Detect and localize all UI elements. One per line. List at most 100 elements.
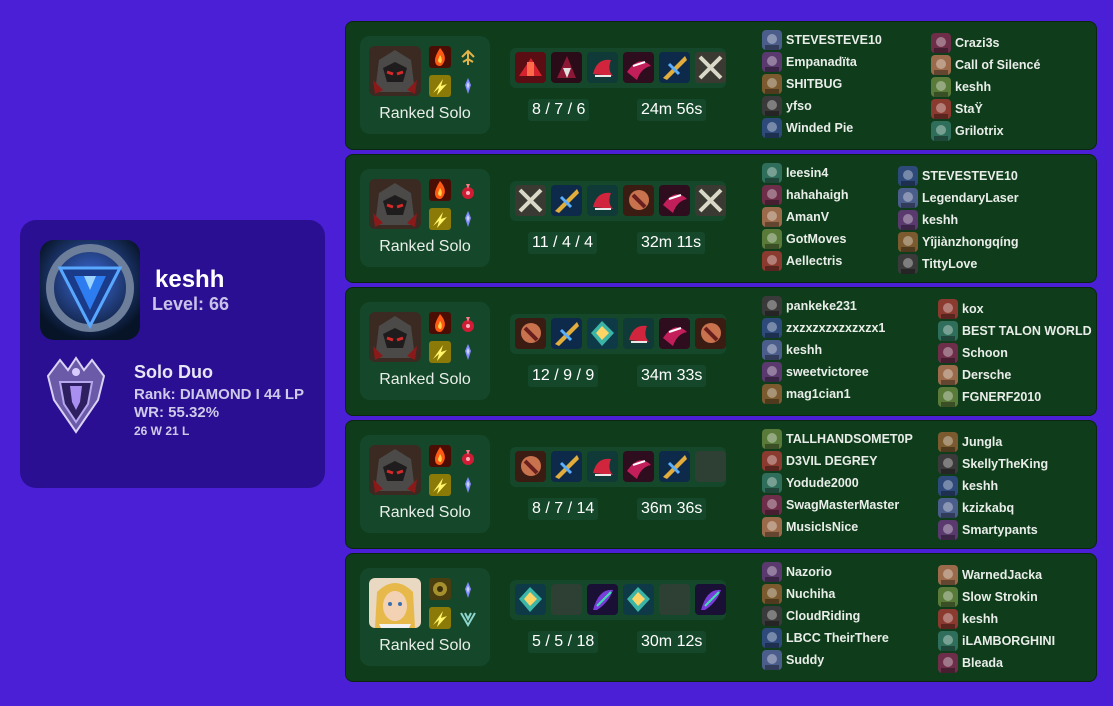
player-row[interactable]: TittyLove bbox=[898, 253, 1019, 275]
player-name[interactable]: keshh bbox=[962, 479, 998, 493]
player-name[interactable]: LegendaryLaser bbox=[922, 191, 1019, 205]
player-row[interactable]: Empanadïta bbox=[762, 51, 882, 73]
player-row[interactable]: keshh bbox=[938, 608, 1055, 630]
player-name[interactable]: sweetvictoree bbox=[786, 365, 869, 379]
player-name[interactable]: mag1cian1 bbox=[786, 387, 851, 401]
player-name[interactable]: Grilotrix bbox=[955, 124, 1004, 138]
player-row[interactable]: iLAMBORGHINI bbox=[938, 630, 1055, 652]
player-row[interactable]: kox bbox=[938, 298, 1092, 320]
player-row[interactable]: StaŸ bbox=[931, 98, 1040, 120]
player-name[interactable]: SwagMasterMaster bbox=[786, 498, 899, 512]
player-name[interactable]: WarnedJacka bbox=[962, 568, 1042, 582]
player-name[interactable]: Schoon bbox=[962, 346, 1008, 360]
player-name[interactable]: TittyLove bbox=[922, 257, 977, 271]
player-row[interactable]: keshh bbox=[931, 76, 1040, 98]
player-row[interactable]: zxzxzxzxzxzxzx1 bbox=[762, 317, 885, 339]
player-row[interactable]: BEST TALON WORLD bbox=[938, 320, 1092, 342]
player-row[interactable]: yfso bbox=[762, 95, 882, 117]
player-name[interactable]: zxzxzxzxzxzxzx1 bbox=[786, 321, 885, 335]
player-row[interactable]: sweetvictoree bbox=[762, 361, 885, 383]
player-name[interactable]: Smartypants bbox=[962, 523, 1038, 537]
player-row[interactable]: Nazorio bbox=[762, 561, 889, 583]
player-row[interactable]: Dersche bbox=[938, 364, 1092, 386]
player-name[interactable]: Call of Silencé bbox=[955, 58, 1040, 72]
player-name[interactable]: Dersche bbox=[962, 368, 1011, 382]
player-name[interactable]: hahahaigh bbox=[786, 188, 849, 202]
player-row[interactable]: TALLHANDSOMET0P bbox=[762, 428, 913, 450]
player-name[interactable]: Nuchiha bbox=[786, 587, 835, 601]
match-card[interactable]: Ranked Solo 8 / 7 / 6 24m 56s STEVESTEVE10 E… bbox=[345, 21, 1097, 150]
match-card[interactable]: Ranked Solo 8 / 7 / 14 36m 36s TALLHANDSOME… bbox=[345, 420, 1097, 549]
player-name[interactable]: Bleada bbox=[962, 656, 1003, 670]
player-row[interactable]: keshh bbox=[898, 209, 1019, 231]
player-name[interactable]: Jungla bbox=[962, 435, 1002, 449]
match-card[interactable]: Ranked Solo 5 / 5 / 18 30m 12s Nazorio Nuchi… bbox=[345, 553, 1097, 682]
player-name[interactable]: Yodude2000 bbox=[786, 476, 859, 490]
player-name[interactable]: Yîjiànzhongqíng bbox=[922, 235, 1019, 249]
player-row[interactable]: STEVESTEVE10 bbox=[898, 165, 1019, 187]
player-name[interactable]: BEST TALON WORLD bbox=[962, 324, 1092, 338]
player-row[interactable]: leesin4 bbox=[762, 162, 849, 184]
player-name[interactable]: D3VIL DEGREY bbox=[786, 454, 877, 468]
player-row[interactable]: SHITBUG bbox=[762, 73, 882, 95]
player-name[interactable]: Aellectris bbox=[786, 254, 842, 268]
match-card[interactable]: Ranked Solo 11 / 4 / 4 32m 11s leesin4 hahah… bbox=[345, 154, 1097, 283]
player-name[interactable]: leesin4 bbox=[786, 166, 828, 180]
player-row[interactable]: Schoon bbox=[938, 342, 1092, 364]
player-row[interactable]: MusicIsNice bbox=[762, 516, 913, 538]
player-name[interactable]: SkellyTheKing bbox=[962, 457, 1048, 471]
player-name[interactable]: Winded Pie bbox=[786, 121, 853, 135]
player-name[interactable]: pankeke231 bbox=[786, 299, 857, 313]
player-name[interactable]: Crazi3s bbox=[955, 36, 999, 50]
player-name[interactable]: keshh bbox=[922, 213, 958, 227]
player-name[interactable]: AmanV bbox=[786, 210, 829, 224]
player-name[interactable]: SHITBUG bbox=[786, 77, 842, 91]
player-name[interactable]: keshh bbox=[955, 80, 991, 94]
player-row[interactable]: Aellectris bbox=[762, 250, 849, 272]
player-row[interactable]: Bleada bbox=[938, 652, 1055, 674]
player-row[interactable]: Nuchiha bbox=[762, 583, 889, 605]
player-name[interactable]: LBCC TheirThere bbox=[786, 631, 889, 645]
player-name[interactable]: yfso bbox=[786, 99, 812, 113]
player-name[interactable]: CloudRiding bbox=[786, 609, 860, 623]
player-row[interactable]: LegendaryLaser bbox=[898, 187, 1019, 209]
player-name[interactable]: Empanadïta bbox=[786, 55, 857, 69]
player-name[interactable]: kzizkabq bbox=[962, 501, 1014, 515]
player-row[interactable]: Yodude2000 bbox=[762, 472, 913, 494]
player-row[interactable]: mag1cian1 bbox=[762, 383, 885, 405]
player-row[interactable]: keshh bbox=[762, 339, 885, 361]
player-name[interactable]: keshh bbox=[962, 612, 998, 626]
player-name[interactable]: Nazorio bbox=[786, 565, 832, 579]
player-name[interactable]: STEVESTEVE10 bbox=[922, 169, 1018, 183]
player-row[interactable]: GotMoves bbox=[762, 228, 849, 250]
player-row[interactable]: AmanV bbox=[762, 206, 849, 228]
player-row[interactable]: Grilotrix bbox=[931, 120, 1040, 142]
player-name[interactable]: keshh bbox=[786, 343, 822, 357]
player-name[interactable]: iLAMBORGHINI bbox=[962, 634, 1055, 648]
player-row[interactable]: FGNERF2010 bbox=[938, 386, 1092, 408]
player-row[interactable]: Crazi3s bbox=[931, 32, 1040, 54]
player-row[interactable]: keshh bbox=[938, 475, 1048, 497]
player-row[interactable]: WarnedJacka bbox=[938, 564, 1055, 586]
player-name[interactable]: TALLHANDSOMET0P bbox=[786, 432, 913, 446]
player-row[interactable]: SwagMasterMaster bbox=[762, 494, 913, 516]
player-row[interactable]: hahahaigh bbox=[762, 184, 849, 206]
player-name[interactable]: StaŸ bbox=[955, 102, 983, 116]
player-row[interactable]: LBCC TheirThere bbox=[762, 627, 889, 649]
player-row[interactable]: pankeke231 bbox=[762, 295, 885, 317]
player-row[interactable]: CloudRiding bbox=[762, 605, 889, 627]
player-row[interactable]: D3VIL DEGREY bbox=[762, 450, 913, 472]
player-name[interactable]: MusicIsNice bbox=[786, 520, 858, 534]
player-name[interactable]: FGNERF2010 bbox=[962, 390, 1041, 404]
player-name[interactable]: STEVESTEVE10 bbox=[786, 33, 882, 47]
player-row[interactable]: kzizkabq bbox=[938, 497, 1048, 519]
player-row[interactable]: Yîjiànzhongqíng bbox=[898, 231, 1019, 253]
player-name[interactable]: kox bbox=[962, 302, 984, 316]
player-row[interactable]: Suddy bbox=[762, 649, 889, 671]
player-row[interactable]: Smartypants bbox=[938, 519, 1048, 541]
player-name[interactable]: GotMoves bbox=[786, 232, 846, 246]
player-row[interactable]: STEVESTEVE10 bbox=[762, 29, 882, 51]
player-row[interactable]: Jungla bbox=[938, 431, 1048, 453]
player-row[interactable]: Winded Pie bbox=[762, 117, 882, 139]
player-name[interactable]: Suddy bbox=[786, 653, 824, 667]
